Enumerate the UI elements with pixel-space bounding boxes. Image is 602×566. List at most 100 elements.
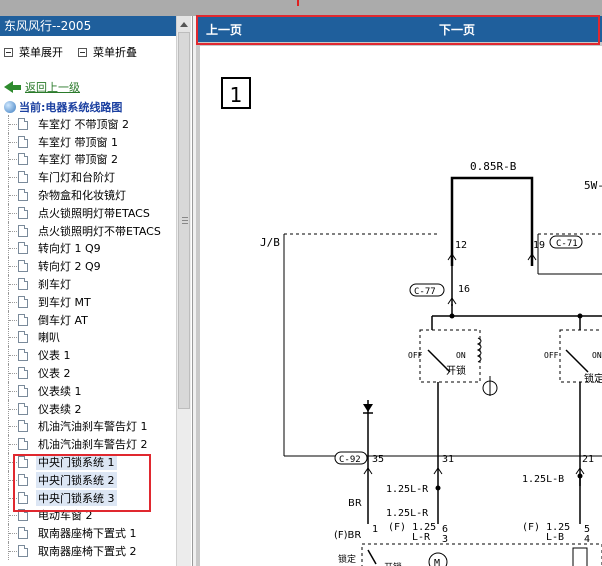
tree-item[interactable]: 中央门锁系统 2 — [0, 470, 176, 489]
tree-item[interactable]: 仪表 1 — [0, 346, 176, 365]
tree-item[interactable]: 仪表 2 — [0, 364, 176, 382]
back-up-link[interactable]: 返回上一级 — [4, 79, 80, 95]
tree-item-label: 转向灯 2 Q9 — [38, 260, 101, 274]
tree-item[interactable]: 点火锁照明灯带ETACS — [0, 203, 176, 222]
junction-dot — [449, 313, 455, 319]
tree-item[interactable]: 转向灯 2 Q9 — [0, 257, 176, 276]
document-icon — [18, 527, 28, 540]
tree-guide-line — [9, 426, 17, 428]
expand-menu-button[interactable]: 菜单展开 — [4, 44, 63, 60]
document-icon — [18, 206, 28, 219]
pin-label: 21 — [582, 454, 594, 465]
wire-label: BR — [348, 498, 362, 509]
collapse-icon — [78, 47, 87, 57]
wiring-diagram: 1 0.85R-B 5W- J/B 12 19 C-71 C-77 16 OFF… — [221, 77, 602, 566]
tree-item[interactable]: 喇叭 — [0, 328, 176, 347]
tree-item[interactable]: 仪表续 2 — [0, 399, 176, 418]
tree-item-label: 机油汽油刹车警告灯 1 — [38, 420, 148, 434]
tree-item-label: 仪表 1 — [38, 349, 71, 363]
tree-item-label: 车室灯 带顶窗 1 — [38, 135, 118, 149]
switch-label: 锁定 — [338, 553, 356, 565]
tree-item[interactable]: 电动车窗 2 — [0, 506, 176, 525]
document-icon — [18, 189, 28, 202]
tree-item[interactable]: 车室灯 带顶窗 2 — [0, 150, 176, 169]
tree-guide-line — [9, 444, 17, 446]
tree-item[interactable]: 到车灯 MT — [0, 292, 176, 311]
tree-item-label: 点火锁照明灯不带ETACS — [38, 224, 161, 238]
marker-tick — [297, 0, 299, 6]
document-icon — [18, 438, 28, 451]
document-icon — [18, 349, 28, 362]
switch-label: 锁定 — [584, 372, 602, 385]
document-icon — [18, 117, 28, 130]
tree-item[interactable]: 点火锁照明灯不带ETACS — [0, 221, 176, 240]
tree-item-label: 取南器座椅下置式 1 — [38, 527, 137, 541]
connector-label: C-77 — [414, 287, 436, 297]
scroll-thumb[interactable] — [178, 32, 190, 409]
document-icon — [18, 402, 28, 415]
pin-label: 1 — [372, 524, 378, 535]
tree-guide-line — [9, 319, 17, 321]
menu-tree: 车室灯 不带顶窗 2 车室灯 带顶窗 1 车室灯 带顶窗 2 车门灯和台阶灯杂物盒和化… — [0, 115, 176, 560]
tree-item-label: 杂物盒和化妆镜灯 — [38, 189, 126, 203]
next-page-button[interactable]: 下一页 — [439, 21, 475, 38]
tree-item[interactable]: 取南器座椅下置式 2 — [0, 542, 176, 560]
tree-item-label: 电动车窗 2 — [38, 509, 93, 523]
pin-label: 3 — [442, 534, 448, 545]
tree-guide-line — [9, 497, 17, 499]
tree-guide-line — [9, 123, 17, 125]
relay-switch — [565, 349, 589, 373]
tree-item[interactable]: 仪表续 1 — [0, 381, 176, 400]
back-arrow-icon-tail — [13, 84, 21, 90]
tree-item[interactable]: 取南器座椅下置式 1 — [0, 524, 176, 543]
current-folder: 当前:电器系统线路图 — [4, 99, 122, 115]
diode — [363, 404, 373, 412]
collapse-menu-button[interactable]: 菜单折叠 — [78, 44, 137, 60]
tree-item-label: 喇叭 — [38, 331, 60, 345]
switch-label: 开锁 — [446, 364, 466, 377]
document-icon — [18, 367, 28, 380]
switch-label: ON — [592, 351, 602, 360]
tree-item[interactable]: 车室灯 不带顶窗 2 — [0, 115, 176, 133]
pin-label: 35 — [372, 454, 384, 465]
menu-scrollbar[interactable] — [176, 16, 191, 566]
tree-guide-line — [9, 159, 17, 161]
tree-item[interactable]: 杂物盒和化妆镜灯 — [0, 186, 176, 204]
tree-item-label: 车室灯 不带顶窗 2 — [38, 117, 129, 131]
tree-guide-line — [9, 195, 17, 197]
tree-item-label: 转向灯 1 Q9 — [38, 242, 101, 256]
document-icon — [18, 491, 28, 504]
document-icon — [18, 171, 28, 184]
tree-guide-line — [9, 515, 17, 517]
tree-item-label: 到车灯 MT — [38, 295, 91, 309]
tree-item-label: 取南器座椅下置式 2 — [38, 545, 137, 559]
tree-item-label: 中央门锁系统 2 — [36, 471, 117, 488]
tree-item-label: 车室灯 带顶窗 2 — [38, 153, 118, 167]
tree-item[interactable]: 机油汽油刹车警告灯 2 — [0, 435, 176, 454]
wire-label: L-B — [546, 532, 564, 543]
page-number: 1 — [230, 83, 243, 107]
tree-item[interactable]: 车门灯和台阶灯 — [0, 168, 176, 187]
tree-item[interactable]: 中央门锁系统 3 — [0, 488, 176, 507]
switch-label: OFF — [544, 351, 559, 360]
tree-guide-line — [9, 301, 17, 303]
tree-item[interactable]: 车室灯 带顶窗 1 — [0, 132, 176, 151]
tree-item-label: 中央门锁系统 3 — [36, 489, 117, 506]
wire-red-black — [450, 176, 534, 266]
tree-item[interactable]: 转向灯 1 Q9 — [0, 239, 176, 258]
tree-item[interactable]: 倒车灯 AT — [0, 310, 176, 329]
thumb-grip — [182, 223, 188, 224]
tree-item[interactable]: 机油汽油刹车警告灯 1 — [0, 417, 176, 436]
document-icon — [18, 135, 28, 148]
document-icon — [18, 260, 28, 273]
wire-label: 1.25L-B — [522, 474, 564, 485]
wire-label: 0.85R-B — [470, 160, 517, 173]
tree-item[interactable]: 刹车灯 — [0, 275, 176, 293]
wire-label: 1.25L-R — [386, 508, 429, 519]
scroll-up-button[interactable] — [177, 16, 191, 32]
tree-item[interactable]: 中央门锁系统 1 — [0, 453, 176, 471]
document-icon — [18, 295, 28, 308]
prev-page-button[interactable]: 上一页 — [206, 21, 242, 38]
tree-guide-line — [9, 337, 17, 339]
resistor — [572, 547, 588, 566]
